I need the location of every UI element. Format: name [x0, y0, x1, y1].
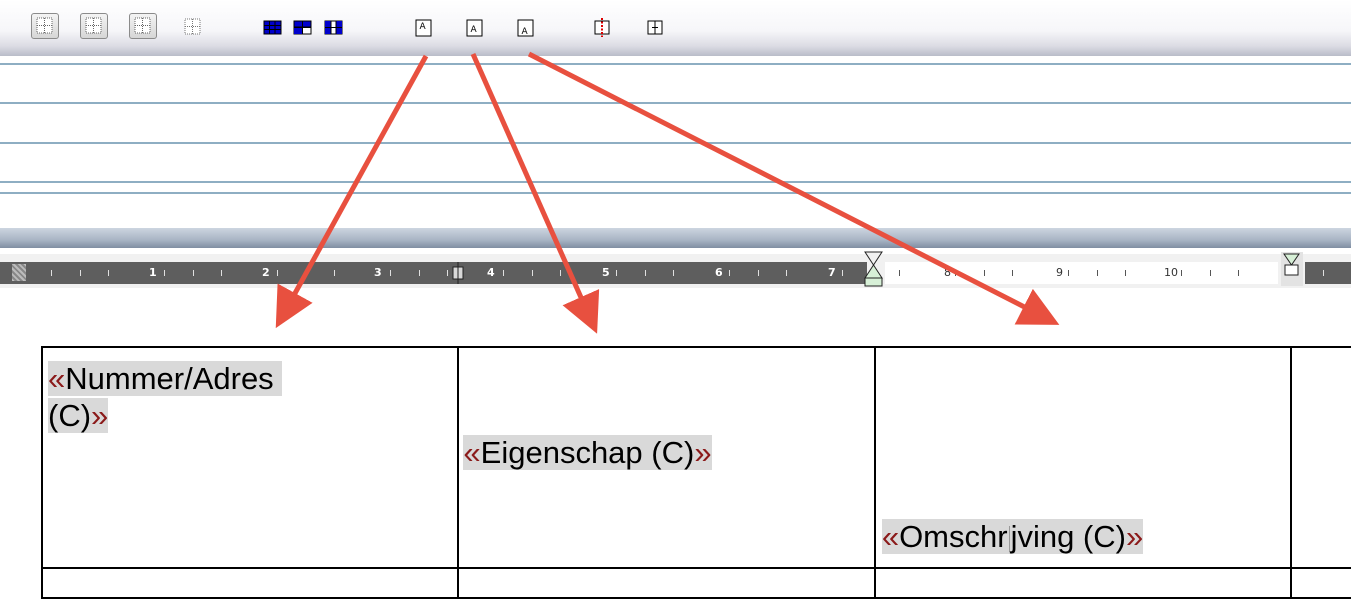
ruler-tick [673, 270, 674, 276]
ruler-tick [390, 270, 391, 276]
ruler-number: 2 [262, 266, 270, 279]
ruler-tick [984, 270, 985, 276]
ruler-tick [1181, 270, 1182, 276]
ruler-tick [729, 270, 730, 276]
ruler-tick [306, 270, 307, 276]
align-bottom-icon: A [517, 19, 534, 37]
column-red-divider-button[interactable] [592, 17, 614, 39]
table-cell[interactable] [40, 567, 460, 599]
table-cell[interactable] [1290, 567, 1351, 599]
merge-field-nummer-adres[interactable]: «Nummer/Adres (C)» [48, 361, 283, 433]
table-grid-icon [134, 17, 151, 34]
document-line [0, 102, 1351, 104]
ruler-tick [1012, 270, 1013, 276]
column-divider-icon [594, 18, 610, 37]
ruler-number: 10 [1164, 266, 1178, 279]
merge-field-eigenschap[interactable]: «Eigenschap (C)» [463, 435, 712, 470]
ruler-tick [786, 270, 787, 276]
document-line [0, 63, 1351, 65]
ruler-number: 4 [487, 266, 495, 279]
ruler-tick [842, 270, 843, 276]
ruler-tick [899, 270, 900, 276]
table-blue-grid-button[interactable] [262, 17, 284, 39]
table-blue-grid-icon [263, 20, 282, 35]
ruler-tick [51, 270, 52, 276]
table-grid-icon [36, 17, 53, 34]
table-toolbar: A A A [0, 0, 1351, 56]
ruler-tick [758, 270, 759, 276]
table-cell[interactable] [1290, 346, 1351, 569]
table-split-vertical-button[interactable] [323, 17, 345, 39]
text-cursor [1008, 525, 1010, 552]
align-top-button[interactable]: A [414, 17, 436, 39]
ruler-tick [532, 270, 533, 276]
indent-marker-icon[interactable] [863, 251, 885, 287]
ruler-tick [419, 270, 420, 276]
document-band [0, 228, 1351, 248]
ruler-tick [1323, 270, 1324, 276]
ruler-number: 7 [828, 266, 836, 279]
align-bottom-button[interactable]: A [516, 17, 538, 39]
table-row: «Nummer/Adres (C)» «Eigenschap (C)» «Oms… [40, 346, 1351, 569]
ruler-tick [1068, 270, 1069, 276]
align-middle-button[interactable]: A [465, 17, 487, 39]
table-grid-button-1[interactable] [31, 13, 59, 39]
table-grid-icon [184, 18, 201, 35]
table-cell[interactable]: «Eigenschap (C)» [457, 346, 876, 569]
document-table: «Nummer/Adres (C)» «Eigenschap (C)» «Oms… [40, 346, 1351, 599]
table-cell[interactable] [457, 567, 876, 599]
ruler-number: 3 [374, 266, 382, 279]
ruler-number: 1 [149, 266, 157, 279]
ruler-tick [277, 270, 278, 276]
ruler-corner-icon [12, 264, 26, 281]
table-grid-button-2[interactable] [80, 13, 108, 39]
ruler-tick [164, 270, 165, 276]
horizontal-ruler[interactable]: 1 2 3 4 5 6 7 8 9 10 [0, 251, 1351, 288]
table-cell[interactable] [873, 567, 1293, 599]
table-row [40, 567, 1351, 599]
ruler-number: 5 [602, 266, 610, 279]
ruler-tick [221, 270, 222, 276]
table-split-horizontal-button[interactable] [292, 17, 314, 39]
table-grid-button-3[interactable] [129, 13, 157, 39]
ruler-tick [560, 270, 561, 276]
ruler-tick [80, 270, 81, 276]
table-grid-icon [85, 17, 102, 34]
align-middle-icon: A [466, 19, 483, 37]
ruler-number: 9 [1056, 266, 1063, 279]
table-split-icon [324, 20, 343, 35]
ruler-tick [1210, 270, 1211, 276]
svg-text:A: A [471, 25, 478, 35]
ruler-tick [503, 270, 504, 276]
ruler-margin-right [1305, 262, 1351, 284]
svg-text:A: A [522, 27, 529, 37]
column-divider-button[interactable] [645, 17, 667, 39]
right-indent-marker-icon[interactable] [1281, 252, 1303, 286]
ruler-tick [955, 270, 956, 276]
align-top-icon: A [415, 19, 432, 37]
ruler-number: 6 [715, 266, 723, 279]
ruler-tick [1125, 270, 1126, 276]
table-split-icon [293, 20, 312, 35]
table-cell[interactable]: «Nummer/Adres (C)» [40, 346, 460, 569]
column-divider-icon [647, 20, 663, 35]
ruler-margin-left [0, 262, 867, 284]
ruler-tick [645, 270, 646, 276]
document-line [0, 192, 1351, 194]
column-marker-icon[interactable] [450, 262, 466, 284]
ruler-tick [334, 270, 335, 276]
svg-text:A: A [420, 22, 427, 32]
merge-field-omschrijving[interactable]: «Omschrjving (C)» [881, 519, 1144, 554]
ruler-tick [1097, 270, 1098, 276]
ruler-tick [1238, 270, 1239, 276]
ruler-tick [447, 270, 448, 276]
table-grid-button-4[interactable] [182, 17, 204, 39]
ruler-tick [108, 270, 109, 276]
ruler-tick [616, 270, 617, 276]
document-line [0, 181, 1351, 183]
table-cell[interactable]: «Omschrjving (C)» [873, 346, 1293, 569]
ruler-tick [193, 270, 194, 276]
document-line [0, 142, 1351, 144]
ruler-number: 8 [944, 266, 951, 279]
